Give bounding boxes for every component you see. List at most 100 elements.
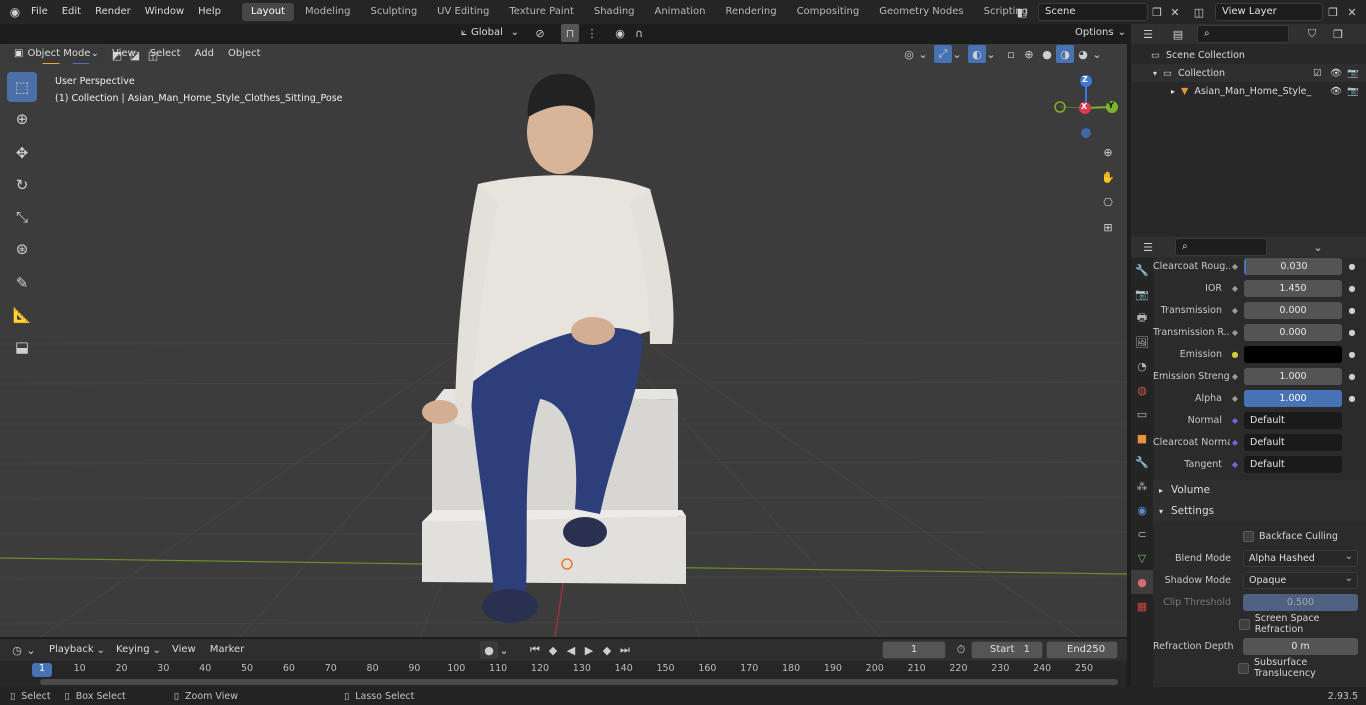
play-reverse-icon[interactable]: ◀ bbox=[562, 641, 580, 659]
editor-type-icon[interactable]: ☰ bbox=[1139, 25, 1157, 43]
rotate-tool-icon[interactable]: ↻ bbox=[7, 170, 37, 200]
move-tool-icon[interactable]: ✥ bbox=[7, 138, 37, 168]
xray-icon[interactable]: ▫ bbox=[1002, 45, 1020, 63]
transmission-roughness-field[interactable]: 0.000 bbox=[1244, 323, 1342, 341]
shadow-mode-dropdown[interactable]: Opaque bbox=[1243, 571, 1358, 589]
material-tab-icon[interactable]: ● bbox=[1131, 570, 1153, 594]
menu-render[interactable]: Render bbox=[88, 0, 138, 24]
view-layer-tab-icon[interactable]: 🖼 bbox=[1131, 330, 1153, 354]
menu-file[interactable]: File bbox=[24, 0, 55, 24]
scene-selector-icon[interactable]: ◧ bbox=[1013, 3, 1031, 21]
world-tab-icon[interactable]: ◍ bbox=[1131, 378, 1153, 402]
texture-tab-icon[interactable]: ▦ bbox=[1131, 594, 1153, 618]
delete-view-layer-icon[interactable]: ✕ bbox=[1343, 3, 1361, 21]
add-cube-tool-icon[interactable]: ⬓ bbox=[7, 332, 37, 362]
transform-tool-icon[interactable]: ⊛ bbox=[7, 234, 37, 264]
backface-culling-row[interactable]: Backface Culling bbox=[1153, 525, 1366, 547]
3d-viewport[interactable] bbox=[0, 44, 1127, 637]
constraints-tab-icon[interactable]: ⊂ bbox=[1131, 522, 1153, 546]
jump-start-icon[interactable]: ⏮ bbox=[526, 641, 544, 659]
socket-icon[interactable]: ◆ bbox=[1230, 371, 1240, 381]
outliner-row-object[interactable]: ▸ ▼ Asian_Man_Home_Style_ 👁 📷 bbox=[1131, 82, 1366, 100]
visibility-icon[interactable]: ◎ bbox=[900, 45, 918, 63]
keyframe-dot-icon[interactable]: ● bbox=[1345, 394, 1359, 403]
render-tab-icon[interactable]: 📷 bbox=[1131, 282, 1153, 306]
socket-icon[interactable]: ◆ bbox=[1230, 415, 1240, 425]
menu-add[interactable]: Add bbox=[188, 42, 221, 66]
blend-mode-dropdown[interactable]: Alpha Hashed bbox=[1243, 549, 1358, 567]
falloff-icon[interactable]: ∩ bbox=[630, 24, 648, 42]
menu-edit[interactable]: Edit bbox=[55, 0, 88, 24]
scale-tool-icon[interactable]: ⤡ bbox=[7, 202, 37, 232]
volume-panel-header[interactable]: ▸ Volume bbox=[1153, 480, 1366, 500]
eye-icon[interactable]: 👁 bbox=[1330, 68, 1342, 79]
pivot-icon[interactable]: ⊘ bbox=[531, 24, 549, 42]
chevron-down-icon[interactable]: ⌄ bbox=[1092, 45, 1102, 63]
outliner-search-input[interactable]: ⌕ bbox=[1197, 25, 1289, 43]
normal-field[interactable]: Default bbox=[1244, 411, 1342, 429]
socket-icon[interactable]: ◆ bbox=[1230, 459, 1240, 469]
proportional-edit-icon[interactable]: ◉ bbox=[611, 24, 629, 42]
physics-tab-icon[interactable]: ◉ bbox=[1131, 498, 1153, 522]
properties-search-input[interactable]: ⌕ bbox=[1175, 238, 1267, 256]
menu-select[interactable]: Select bbox=[143, 42, 188, 66]
tab-shading[interactable]: Shading bbox=[585, 3, 644, 21]
new-scene-icon[interactable]: ❐ bbox=[1148, 3, 1166, 21]
prev-keyframe-icon[interactable]: ◆ bbox=[544, 641, 562, 659]
tool-tab-icon[interactable]: 🔧 bbox=[1131, 258, 1153, 282]
collection-tab-icon[interactable]: ▭ bbox=[1131, 402, 1153, 426]
tab-texture-paint[interactable]: Texture Paint bbox=[500, 3, 583, 21]
tab-layout[interactable]: Layout bbox=[241, 3, 294, 21]
end-frame-field[interactable]: End 250 bbox=[1046, 641, 1118, 659]
keyframe-dot-icon[interactable]: ● bbox=[1345, 262, 1359, 271]
chevron-down-icon[interactable]: ⌄ bbox=[986, 45, 996, 63]
snap-target-icon[interactable]: ⋮ bbox=[583, 24, 601, 42]
zoom-view-icon[interactable]: ⊕ bbox=[1099, 143, 1117, 161]
current-frame-field[interactable]: 1 bbox=[882, 641, 946, 659]
subsurface-translucency-row[interactable]: Subsurface Translucency bbox=[1153, 657, 1366, 679]
ortho-toggle-icon[interactable]: ⊞ bbox=[1099, 218, 1117, 236]
modifier-tab-icon[interactable]: 🔧 bbox=[1131, 450, 1153, 474]
mode-dropdown[interactable]: ▣ Object Mode ⌄ bbox=[8, 45, 105, 63]
next-keyframe-icon[interactable]: ◆ bbox=[598, 641, 616, 659]
camera-view-icon[interactable]: ⎔ bbox=[1099, 193, 1117, 211]
settings-panel-header[interactable]: ▾ Settings bbox=[1153, 501, 1366, 521]
screen-space-refraction-checkbox[interactable] bbox=[1239, 618, 1250, 630]
annotate-tool-icon[interactable]: ✎ bbox=[7, 268, 37, 298]
outliner-row-collection[interactable]: ▾ ▭ Collection ☑ 👁 📷 bbox=[1131, 64, 1366, 82]
view-menu[interactable]: View bbox=[165, 638, 203, 662]
menu-help[interactable]: Help bbox=[191, 0, 228, 24]
wireframe-shading-icon[interactable]: ⊕ bbox=[1020, 45, 1038, 63]
gizmo-icon[interactable]: ⤢ bbox=[934, 45, 952, 63]
stopwatch-icon[interactable]: ⏱ bbox=[952, 641, 970, 659]
camera-icon[interactable]: 📷 bbox=[1347, 86, 1359, 97]
delete-scene-icon[interactable]: ✕ bbox=[1166, 3, 1184, 21]
backface-culling-checkbox[interactable] bbox=[1243, 530, 1254, 542]
view-layer-icon[interactable]: ◫ bbox=[1190, 3, 1208, 21]
playback-menu[interactable]: Playback bbox=[42, 638, 101, 662]
chevron-down-icon[interactable]: ⌄ bbox=[952, 45, 962, 63]
tab-compositing[interactable]: Compositing bbox=[788, 3, 869, 21]
emission-strength-field[interactable]: 1.000 bbox=[1244, 367, 1342, 385]
cursor-tool-icon[interactable]: ⊕ bbox=[7, 104, 37, 134]
tab-geometry-nodes[interactable]: Geometry Nodes bbox=[870, 3, 972, 21]
ior-field[interactable]: 1.450 bbox=[1244, 279, 1342, 297]
socket-icon[interactable]: ◆ bbox=[1230, 393, 1240, 403]
select-box-tool-icon[interactable]: ⬚ bbox=[7, 72, 37, 102]
filter-icon[interactable]: ⛉ bbox=[1303, 25, 1321, 43]
scene-tab-icon[interactable]: ◔ bbox=[1131, 354, 1153, 378]
tab-uv-editing[interactable]: UV Editing bbox=[428, 3, 498, 21]
expand-arrow-icon[interactable]: ▾ bbox=[1153, 69, 1157, 78]
object-tab-icon[interactable]: ■ bbox=[1131, 426, 1153, 450]
tangent-field[interactable]: Default bbox=[1244, 455, 1342, 473]
output-tab-icon[interactable]: 🖶 bbox=[1131, 306, 1153, 330]
timeline-scrollbar[interactable] bbox=[40, 679, 1118, 685]
alpha-field[interactable]: 1.000 bbox=[1244, 389, 1342, 407]
expand-arrow-icon[interactable]: ▸ bbox=[1171, 87, 1175, 96]
transform-orientation-dropdown[interactable]: ⟀ Global ⌄ bbox=[455, 24, 525, 42]
socket-icon[interactable]: ● bbox=[1230, 349, 1240, 359]
play-icon[interactable]: ▶ bbox=[580, 641, 598, 659]
socket-icon[interactable]: ◆ bbox=[1230, 327, 1240, 337]
emission-color-field[interactable] bbox=[1244, 345, 1342, 363]
snap-icon[interactable]: ⊓ bbox=[561, 24, 579, 42]
